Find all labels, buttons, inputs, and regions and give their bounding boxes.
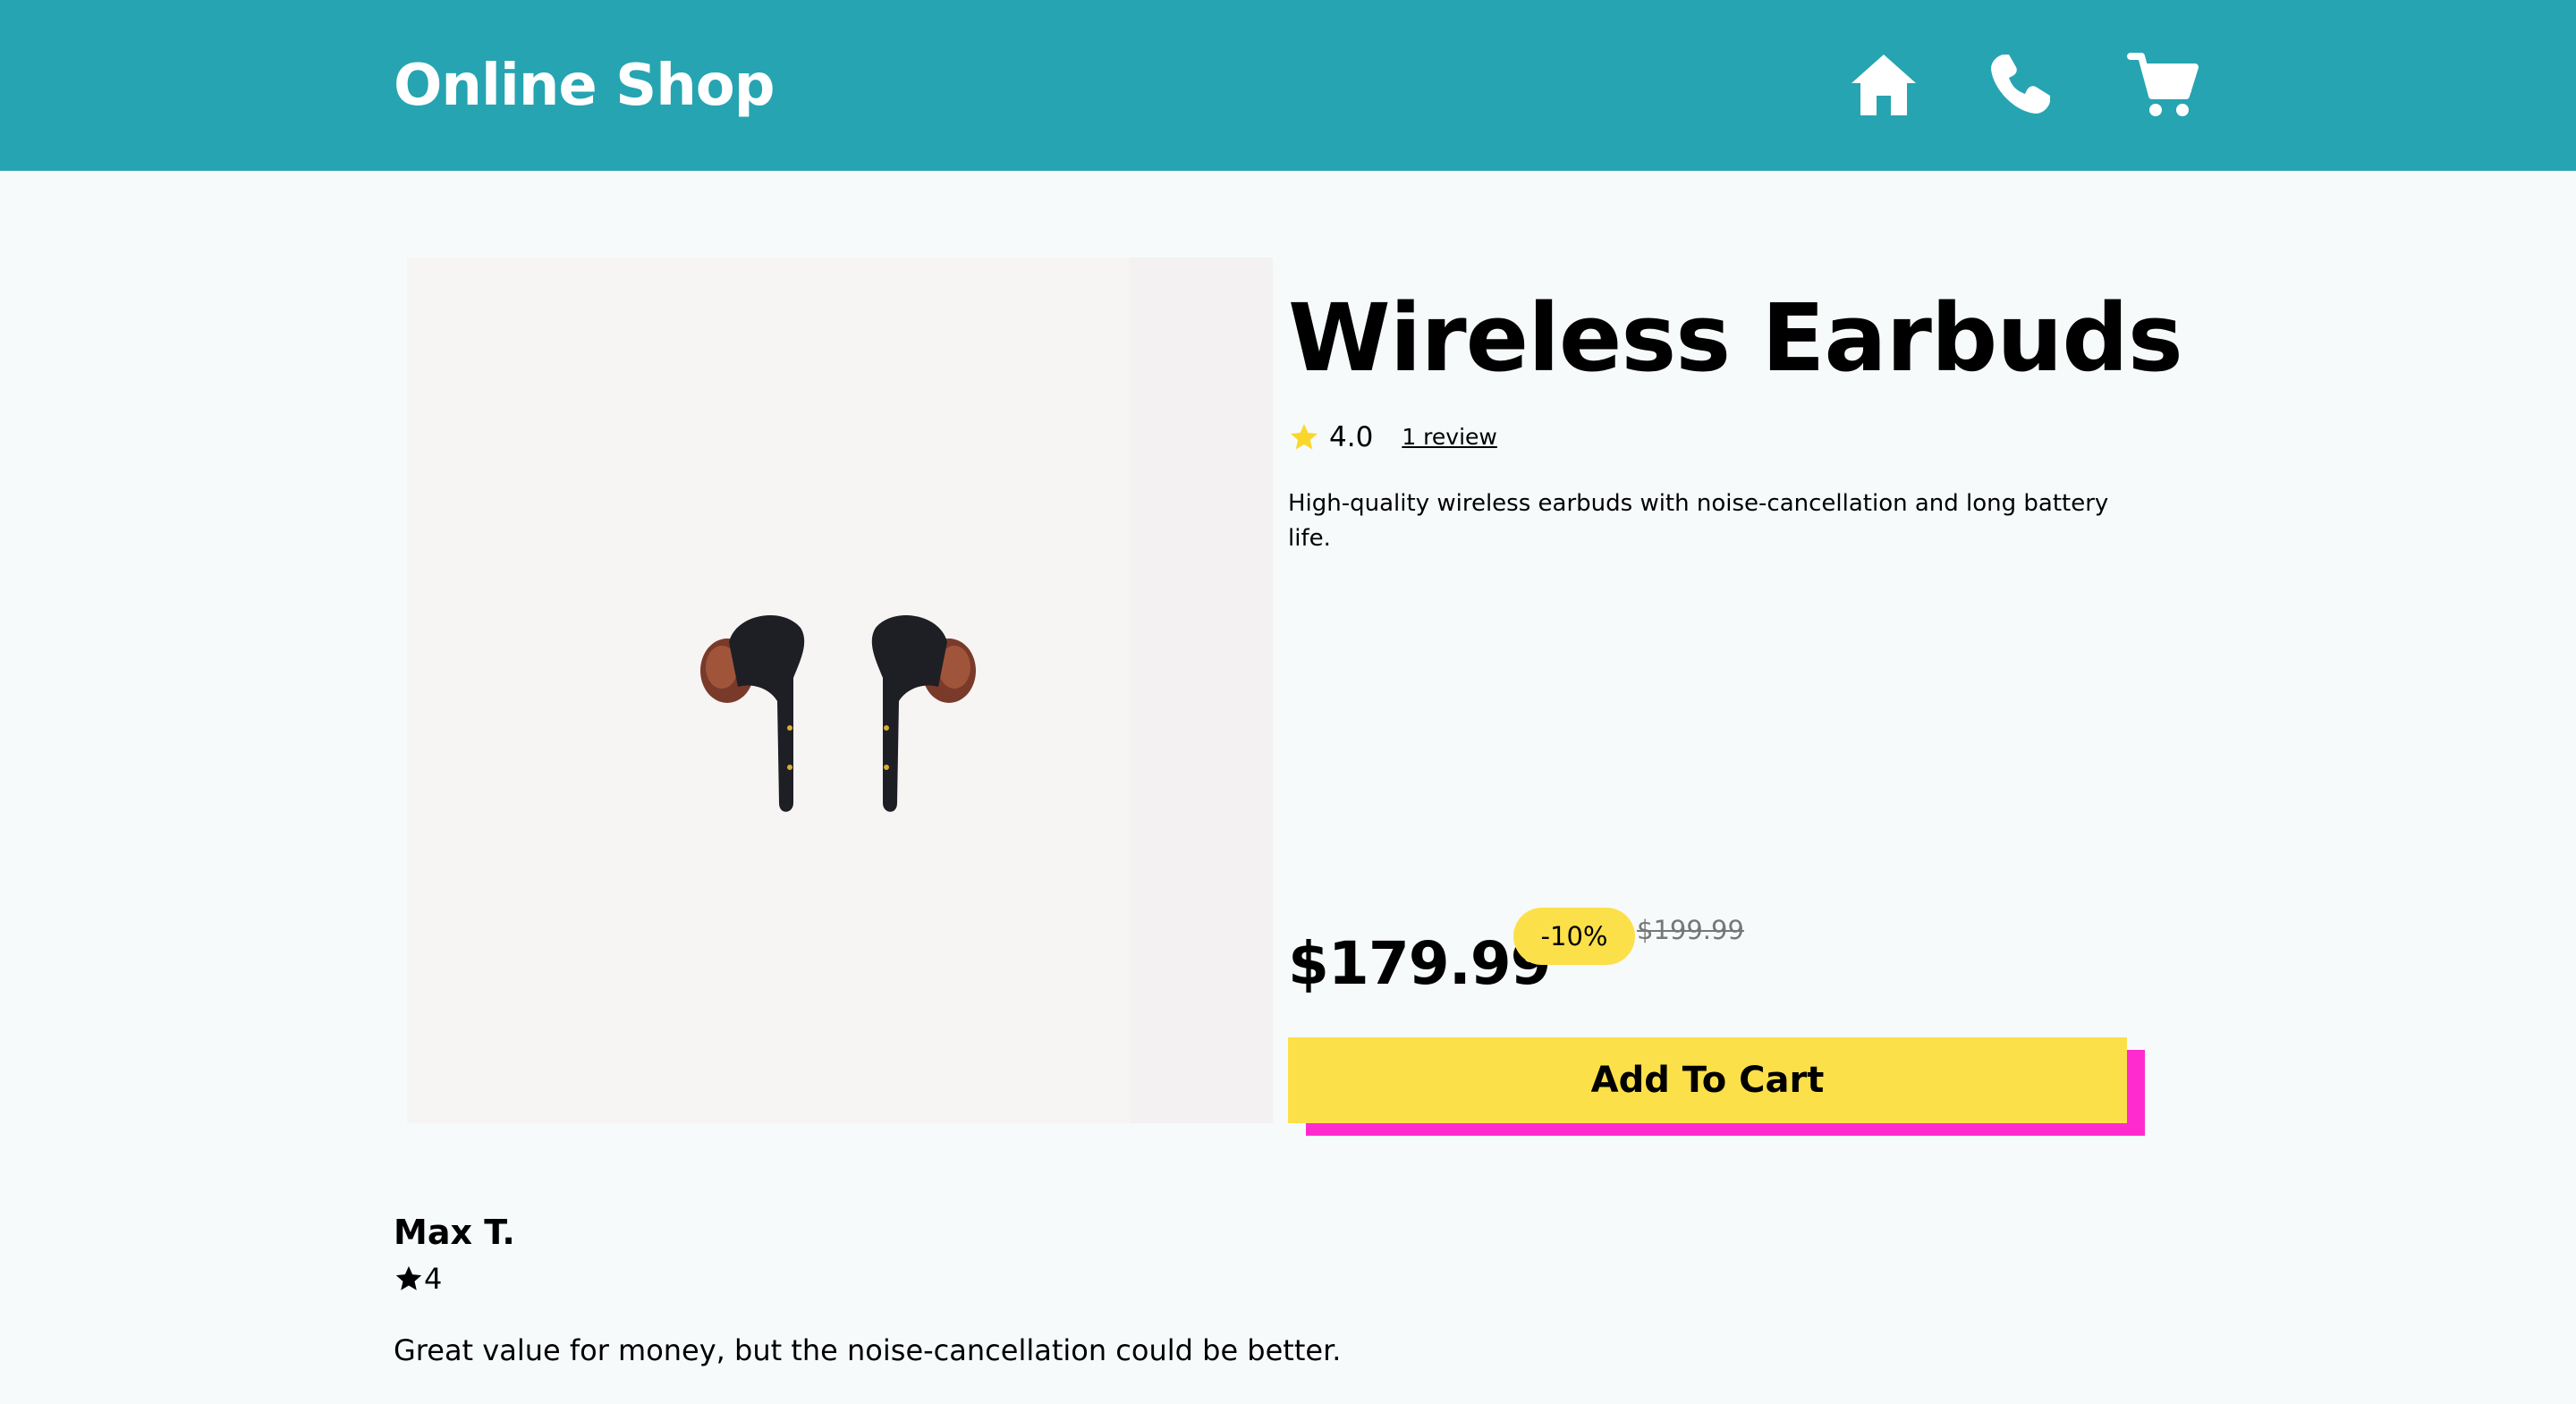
cart-icon[interactable]	[2127, 49, 2199, 121]
star-icon	[394, 1264, 424, 1294]
review-rating: 4	[394, 1259, 2004, 1298]
original-price: $199.99	[1637, 915, 1744, 945]
reviews-link[interactable]: 1 review	[1402, 417, 1497, 458]
site-header: Online Shop	[0, 0, 2576, 171]
review-author: Max T.	[394, 1213, 515, 1252]
rating-value: 4.0	[1329, 421, 1374, 453]
product-price: $179.99	[1288, 929, 1552, 998]
star-icon	[1288, 421, 1320, 453]
product-title: Wireless Earbuds	[1288, 283, 2183, 393]
phone-icon[interactable]	[1984, 49, 2055, 121]
add-to-cart-button[interactable]: Add To Cart	[1288, 1037, 2127, 1123]
brand-logo[interactable]: Online Shop	[394, 47, 775, 125]
discount-badge: -10%	[1513, 908, 1635, 965]
review-text: Great value for money, but the noise-can…	[394, 1333, 1342, 1367]
product-rating: 4.0 1 review	[1288, 417, 1497, 458]
product-image	[407, 258, 1273, 1123]
earbuds-photo	[700, 615, 976, 812]
review-score: 4	[424, 1262, 443, 1296]
review-item: Max T. 4 Great value for money, but the …	[394, 1207, 2004, 1372]
product-description: High-quality wireless earbuds with noise…	[1288, 490, 2109, 552]
home-icon[interactable]	[1848, 49, 1919, 121]
